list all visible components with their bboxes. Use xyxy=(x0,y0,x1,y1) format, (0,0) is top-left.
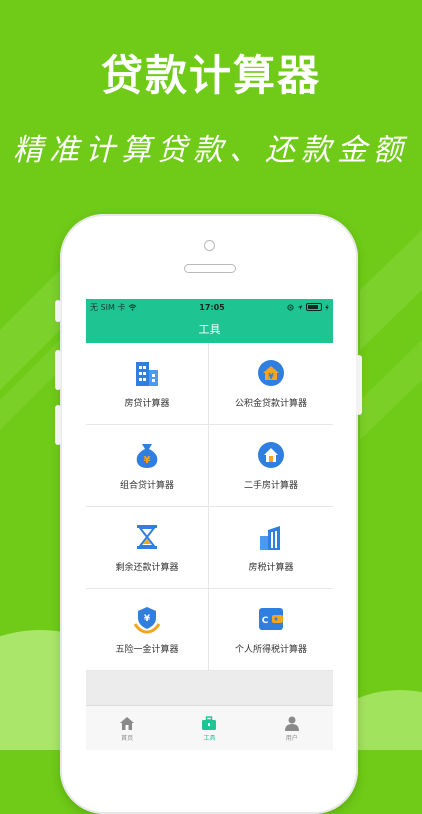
tool-label: 个人所得税计算器 xyxy=(234,645,307,655)
wifi-icon xyxy=(128,303,137,311)
tab-label: 用户 xyxy=(285,734,298,742)
hourglass-icon xyxy=(137,525,157,549)
svg-text:C: C xyxy=(262,616,269,626)
carrier-label: 无 SIM 卡 xyxy=(90,302,137,313)
tool-social-insurance-calculator[interactable]: ¥ 五险一金计算器 xyxy=(86,589,209,671)
tool-label: 剩余还款计算器 xyxy=(115,563,179,573)
charging-icon xyxy=(325,303,329,311)
nav-bar: 工具 xyxy=(86,315,333,343)
shield-hand-icon: ¥ xyxy=(133,607,161,634)
location-icon xyxy=(297,304,303,310)
tool-label: 二手房计算器 xyxy=(243,481,298,491)
speaker-grille xyxy=(184,264,236,273)
promo-subtitle: 精准计算贷款、还款金额 xyxy=(13,133,409,168)
tab-bar: 首页 工具 用户 xyxy=(86,705,333,750)
tools-grid: 房贷计算器 ¥ 公积金贷款计算器 ¥ 组合贷计算器 二手房计算器 剩余还款计算器… xyxy=(86,343,333,671)
svg-text:¥: ¥ xyxy=(144,455,151,466)
status-time: 17:05 xyxy=(199,302,225,312)
status-bar: 无 SIM 卡 17:05 xyxy=(86,299,333,315)
tab-label: 首页 xyxy=(121,734,134,742)
tab-user[interactable]: 用户 xyxy=(262,715,322,742)
tool-label: 房贷计算器 xyxy=(124,399,170,409)
home-icon xyxy=(120,716,135,730)
tab-label: 工具 xyxy=(203,734,216,742)
tool-label: 公积金贷款计算器 xyxy=(234,399,307,409)
tool-label: 五险一金计算器 xyxy=(115,645,179,655)
office-building-icon xyxy=(260,526,280,550)
phone-power-button xyxy=(356,355,362,415)
wallet-icon: C xyxy=(259,608,283,630)
tool-combined-loan-calculator[interactable]: ¥ 组合贷计算器 xyxy=(86,425,209,507)
nav-title: 工具 xyxy=(198,323,221,336)
phone-volume-up xyxy=(55,350,61,390)
tool-income-tax-calculator[interactable]: C 个人所得税计算器 xyxy=(209,589,333,671)
tool-mortgage-calculator[interactable]: 房贷计算器 xyxy=(86,343,209,425)
tool-second-hand-house-calculator[interactable]: 二手房计算器 xyxy=(209,425,333,507)
tool-label: 组合贷计算器 xyxy=(119,481,174,491)
tab-home[interactable]: 首页 xyxy=(97,715,157,742)
money-bag-icon: ¥ xyxy=(136,444,158,468)
tool-label: 房税计算器 xyxy=(248,563,294,573)
tool-house-tax-calculator[interactable]: 房税计算器 xyxy=(209,507,333,589)
orientation-lock-icon xyxy=(287,303,294,311)
battery-icon xyxy=(305,303,322,311)
app-screen: 无 SIM 卡 17:05 工具 房贷计算器 ¥ 公积金贷款计算器 ¥ 组合贷计… xyxy=(86,299,333,750)
tool-remaining-repayment-calculator[interactable]: 剩余还款计算器 xyxy=(86,507,209,589)
status-indicators xyxy=(287,303,329,311)
tab-tools[interactable]: 工具 xyxy=(179,715,239,742)
camera-icon xyxy=(204,240,215,251)
house-yen-icon: ¥ xyxy=(258,360,284,386)
building-icon xyxy=(136,362,158,386)
phone-volume-down xyxy=(55,405,61,445)
phone-mute-button xyxy=(55,300,61,322)
svg-text:¥: ¥ xyxy=(268,372,274,381)
house-refresh-icon xyxy=(258,442,284,468)
toolbox-icon xyxy=(202,715,217,730)
svg-text:¥: ¥ xyxy=(144,614,151,624)
tool-provident-fund-calculator[interactable]: ¥ 公积金贷款计算器 xyxy=(209,343,333,425)
user-icon xyxy=(284,716,299,731)
promo-title: 贷款计算器 xyxy=(100,51,321,100)
